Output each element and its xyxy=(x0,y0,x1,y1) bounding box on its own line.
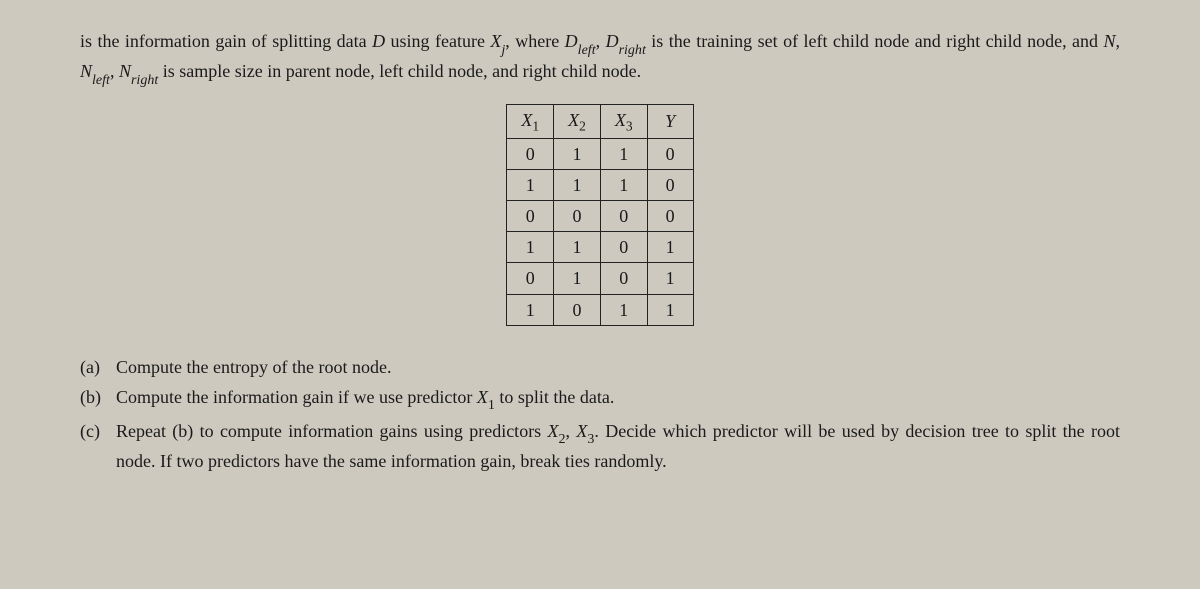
var-Dright-sub: right xyxy=(619,42,646,58)
cell: 1 xyxy=(600,294,647,325)
cell: 1 xyxy=(647,232,693,263)
cell: 0 xyxy=(600,232,647,263)
cell: 1 xyxy=(647,294,693,325)
q-c-pre: Repeat (b) to compute information gains … xyxy=(116,421,548,441)
question-a-text: Compute the entropy of the root node. xyxy=(116,354,1120,380)
header-x1-var: X xyxy=(521,110,532,130)
cell: 0 xyxy=(647,139,693,170)
data-table: X1 X2 X3 Y 0 1 1 0 1 1 1 0 0 0 0 0 1 1 0… xyxy=(506,104,693,326)
var-D: D xyxy=(372,31,385,51)
var-Dleft-sub: left xyxy=(578,42,596,58)
var-Xj-sub: j xyxy=(501,42,505,58)
intro-text-2: using feature xyxy=(385,31,490,51)
intro-text-4: is the training set of left child node a… xyxy=(646,31,1104,51)
intro-text-3: , where xyxy=(505,31,564,51)
table-row: 1 1 0 1 xyxy=(507,232,693,263)
cell: 1 xyxy=(507,170,554,201)
var-Dright: D xyxy=(606,31,619,51)
cell: 1 xyxy=(554,170,601,201)
question-c: (c) Repeat (b) to compute information ga… xyxy=(80,418,1120,474)
var-Nleft-sub: left xyxy=(92,72,110,88)
question-b-label: (b) xyxy=(80,384,116,414)
intro-text-5: is sample size in parent node, left chil… xyxy=(158,61,641,81)
header-x2-sub: 2 xyxy=(579,119,586,134)
header-x2: X2 xyxy=(554,104,601,138)
intro-comma-1: , xyxy=(596,31,606,51)
cell: 1 xyxy=(507,294,554,325)
cell: 0 xyxy=(600,263,647,294)
cell: 1 xyxy=(600,139,647,170)
q-c-x3: X xyxy=(576,421,587,441)
table-row: 1 0 1 1 xyxy=(507,294,693,325)
q-b-x1-sub: 1 xyxy=(488,397,495,413)
q-b-pre: Compute the information gain if we use p… xyxy=(116,387,477,407)
q-c-x3-sub: 3 xyxy=(587,431,594,447)
q-c-x2-sub: 2 xyxy=(559,431,566,447)
q-c-comma: , xyxy=(566,421,577,441)
cell: 0 xyxy=(647,201,693,232)
cell: 1 xyxy=(554,232,601,263)
q-c-x2: X xyxy=(548,421,559,441)
question-c-text: Repeat (b) to compute information gains … xyxy=(116,418,1120,474)
cell: 0 xyxy=(507,139,554,170)
cell: 1 xyxy=(647,263,693,294)
q-b-post: to split the data. xyxy=(495,387,614,407)
intro-comma-3: , xyxy=(110,61,119,81)
cell: 1 xyxy=(554,263,601,294)
table-row: 0 1 0 1 xyxy=(507,263,693,294)
questions-list: (a) Compute the entropy of the root node… xyxy=(80,354,1120,474)
table-row: 0 1 1 0 xyxy=(507,139,693,170)
cell: 0 xyxy=(507,201,554,232)
header-y-var: Y xyxy=(665,111,675,131)
intro-comma-2: , xyxy=(1116,31,1121,51)
header-x1: X1 xyxy=(507,104,554,138)
cell: 0 xyxy=(647,170,693,201)
header-x3-var: X xyxy=(615,110,626,130)
cell: 1 xyxy=(507,232,554,263)
cell: 1 xyxy=(600,170,647,201)
header-x1-sub: 1 xyxy=(532,119,539,134)
q-b-x1: X xyxy=(477,387,488,407)
var-N: N xyxy=(1104,31,1116,51)
cell: 0 xyxy=(507,263,554,294)
var-Nright-sub: right xyxy=(131,72,158,88)
question-c-label: (c) xyxy=(80,418,116,474)
cell: 0 xyxy=(554,294,601,325)
question-a: (a) Compute the entropy of the root node… xyxy=(80,354,1120,380)
intro-text-1: is the information gain of splitting dat… xyxy=(80,31,372,51)
header-y: Y xyxy=(647,104,693,138)
header-x3-sub: 3 xyxy=(626,119,633,134)
question-a-label: (a) xyxy=(80,354,116,380)
header-x3: X3 xyxy=(600,104,647,138)
cell: 1 xyxy=(554,139,601,170)
cell: 0 xyxy=(600,201,647,232)
var-Nright: N xyxy=(119,61,131,81)
question-b-text: Compute the information gain if we use p… xyxy=(116,384,1120,414)
question-b: (b) Compute the information gain if we u… xyxy=(80,384,1120,414)
table-header-row: X1 X2 X3 Y xyxy=(507,104,693,138)
cell: 0 xyxy=(554,201,601,232)
var-Nleft: N xyxy=(80,61,92,81)
table-row: 0 0 0 0 xyxy=(507,201,693,232)
table-row: 1 1 1 0 xyxy=(507,170,693,201)
var-Xj: X xyxy=(490,31,501,51)
header-x2-var: X xyxy=(568,110,579,130)
var-Dleft: D xyxy=(565,31,578,51)
intro-paragraph: is the information gain of splitting dat… xyxy=(80,28,1120,88)
